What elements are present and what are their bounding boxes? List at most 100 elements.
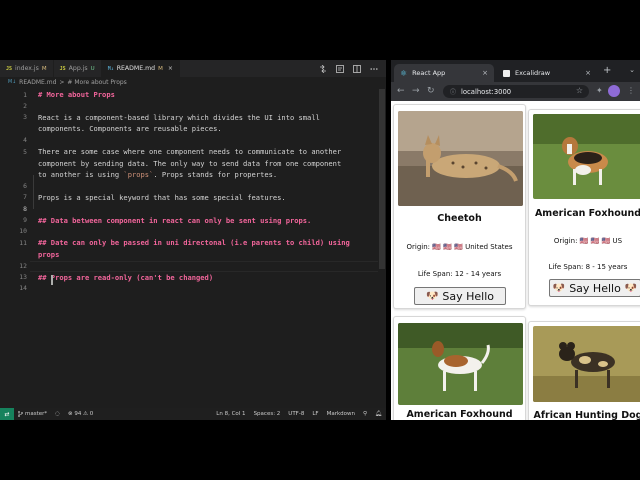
line-number: 1 <box>23 90 27 99</box>
breed-name: African Hunting Dog <box>533 410 640 420</box>
code-line[interactable]: 9 ## Data between component in react can … <box>0 214 378 225</box>
reload-icon[interactable]: ↻ <box>427 86 435 96</box>
cursor-position[interactable]: Ln 8, Col 1 <box>212 411 249 417</box>
markdown-file-icon: M↓ <box>8 80 17 85</box>
new-tab-button[interactable]: + <box>603 65 611 76</box>
modified-badge: M <box>158 65 163 72</box>
code-editor[interactable]: 1 # More about Props 2 3 React is a componen… <box>0 89 378 402</box>
react-logo-icon: ⚛ <box>400 68 408 78</box>
say-hello-button[interactable]: 🐶 Say Hello <box>414 287 506 305</box>
problems-count[interactable]: ⊗ 94 ⚠ 0 <box>64 411 97 417</box>
line-number: 10 <box>19 227 27 236</box>
split-editor-icon[interactable] <box>353 64 361 73</box>
line-text: components. Components are reusable piec… <box>38 124 222 134</box>
file-encoding[interactable]: UTF-8 <box>284 411 308 417</box>
code-line[interactable]: 11 ## Date can only be passed in uni dire… <box>0 237 378 248</box>
breadcrumb-file[interactable]: README.md <box>19 79 56 86</box>
code-line[interactable]: 7 Props is a special keyword that has som… <box>0 192 378 203</box>
forward-arrow-icon[interactable]: → <box>412 86 420 96</box>
avatar[interactable] <box>608 85 620 97</box>
code-line[interactable]: props <box>0 249 378 260</box>
breed-name: American Foxhound <box>534 208 640 219</box>
code-line[interactable]: to another is using `props`. Props stand… <box>0 169 378 180</box>
close-icon[interactable]: × <box>585 69 591 77</box>
back-arrow-icon[interactable]: ← <box>397 86 405 96</box>
line-number: 3 <box>23 113 27 122</box>
more-actions-icon[interactable] <box>370 65 378 73</box>
remote-icon[interactable]: ⇄ <box>0 408 14 420</box>
tab-readme-md[interactable]: M↓ README.md M × <box>101 60 180 77</box>
vscode-window: JS index.js M JS App.js U M↓ README.md M… <box>0 60 386 420</box>
scrollbar-thumb[interactable] <box>379 89 385 269</box>
tab-excalidraw[interactable]: Excalidraw × <box>497 64 597 82</box>
tab-title: Excalidraw <box>515 69 551 77</box>
line-text: to another is using `props`. Props stand… <box>38 169 278 179</box>
line-number: 4 <box>23 136 27 145</box>
inline-code: `props` <box>123 169 154 179</box>
language-mode[interactable]: Markdown <box>323 411 359 417</box>
tab-react-app[interactable]: ⚛ React App × <box>394 64 494 82</box>
breed-photo <box>533 114 640 199</box>
close-icon[interactable]: × <box>482 69 488 77</box>
breed-card: African Hunting Dog <box>528 321 640 420</box>
end-of-line[interactable]: LF <box>308 411 322 417</box>
tab-label: README.md <box>116 65 156 72</box>
code-line[interactable]: 14 <box>0 283 378 294</box>
code-line[interactable]: 13 ## Props are read-only (can't be chang… <box>0 271 378 282</box>
menu-kebab-icon[interactable]: ⋮ <box>627 86 635 95</box>
live-share-icon[interactable]: ⚲ <box>359 411 371 417</box>
tab-index-js[interactable]: JS index.js M <box>0 60 54 77</box>
editor-tab-bar: JS index.js M JS App.js U M↓ README.md M… <box>0 60 386 77</box>
code-line[interactable]: 4 <box>0 135 378 146</box>
sync-icon[interactable]: ◌ <box>51 411 64 417</box>
breed-card: American Foxhound <box>393 316 526 420</box>
breadcrumb-section[interactable]: # More about Props <box>67 79 126 86</box>
browser-tab-strip: ⚛ React App × Excalidraw × + ⌄ <box>391 60 640 82</box>
code-line[interactable]: 5 There are some case where one component… <box>0 146 378 157</box>
tab-app-js[interactable]: JS App.js U <box>54 60 102 77</box>
open-preview-icon[interactable] <box>336 64 344 73</box>
branch-icon <box>18 411 23 417</box>
line-number: 5 <box>23 147 27 156</box>
line-text: ## Props are read-only (can't be changed… <box>38 272 214 282</box>
line-number: 13 <box>19 273 27 282</box>
editor-actions <box>319 60 378 77</box>
git-branch[interactable]: master* <box>14 411 51 417</box>
browser-window: ⚛ React App × Excalidraw × + ⌄ ← → ↻ ⓘ l… <box>391 60 640 420</box>
bookmark-star-icon[interactable]: ☆ <box>576 86 583 95</box>
say-hello-button[interactable]: 🐶 Say Hello 🐶 <box>549 279 640 297</box>
compare-changes-icon[interactable] <box>319 64 327 73</box>
tab-title: React App <box>412 69 446 77</box>
extensions-icon[interactable]: ✦ <box>596 86 603 95</box>
breed-photo <box>398 323 523 405</box>
status-bar: ⇄ master* ◌ ⊗ 94 ⚠ 0 Ln 8, Col 1 Spaces:… <box>0 408 386 420</box>
line-text: ## Data between component in react can o… <box>38 215 312 225</box>
code-line[interactable]: components. Components are reusable piec… <box>0 123 378 134</box>
dog-emoji-icon: 🐶 <box>425 290 439 302</box>
code-line[interactable]: 3 React is a component-based library whic… <box>0 112 378 123</box>
tab-search-icon[interactable]: ⌄ <box>629 66 635 74</box>
editor-scrollbar[interactable] <box>378 89 386 402</box>
code-line[interactable]: 2 <box>0 100 378 111</box>
breadcrumb-separator: > <box>59 79 65 86</box>
code-line[interactable]: 1 # More about Props <box>0 89 378 100</box>
close-icon[interactable]: × <box>168 65 173 72</box>
line-number: 7 <box>23 193 27 202</box>
code-line[interactable]: 10 <box>0 226 378 237</box>
button-label: Say Hello <box>569 281 621 295</box>
code-line[interactable]: component by sending data. The only way … <box>0 157 378 168</box>
indentation[interactable]: Spaces: 2 <box>250 411 285 417</box>
code-line[interactable]: 8 <box>0 203 378 214</box>
info-icon[interactable]: ⓘ <box>450 87 456 96</box>
markdown-file-icon: M↓ <box>107 65 114 72</box>
code-line[interactable]: 12 <box>0 260 378 271</box>
line-number: 12 <box>19 261 27 270</box>
line-number: 8 <box>23 204 27 213</box>
bell-icon[interactable]: 🔔︎ <box>371 411 386 417</box>
button-label: Say Hello <box>442 289 495 303</box>
breed-name: American Foxhound <box>406 409 513 420</box>
code-line[interactable]: 6 <box>0 180 378 191</box>
breed-lifespan: Life Span: 8 - 15 years <box>548 263 628 271</box>
dog-emoji-icon: 🐶 <box>624 282 638 294</box>
address-bar[interactable]: ⓘ localhost:3000 ☆ <box>443 85 589 98</box>
